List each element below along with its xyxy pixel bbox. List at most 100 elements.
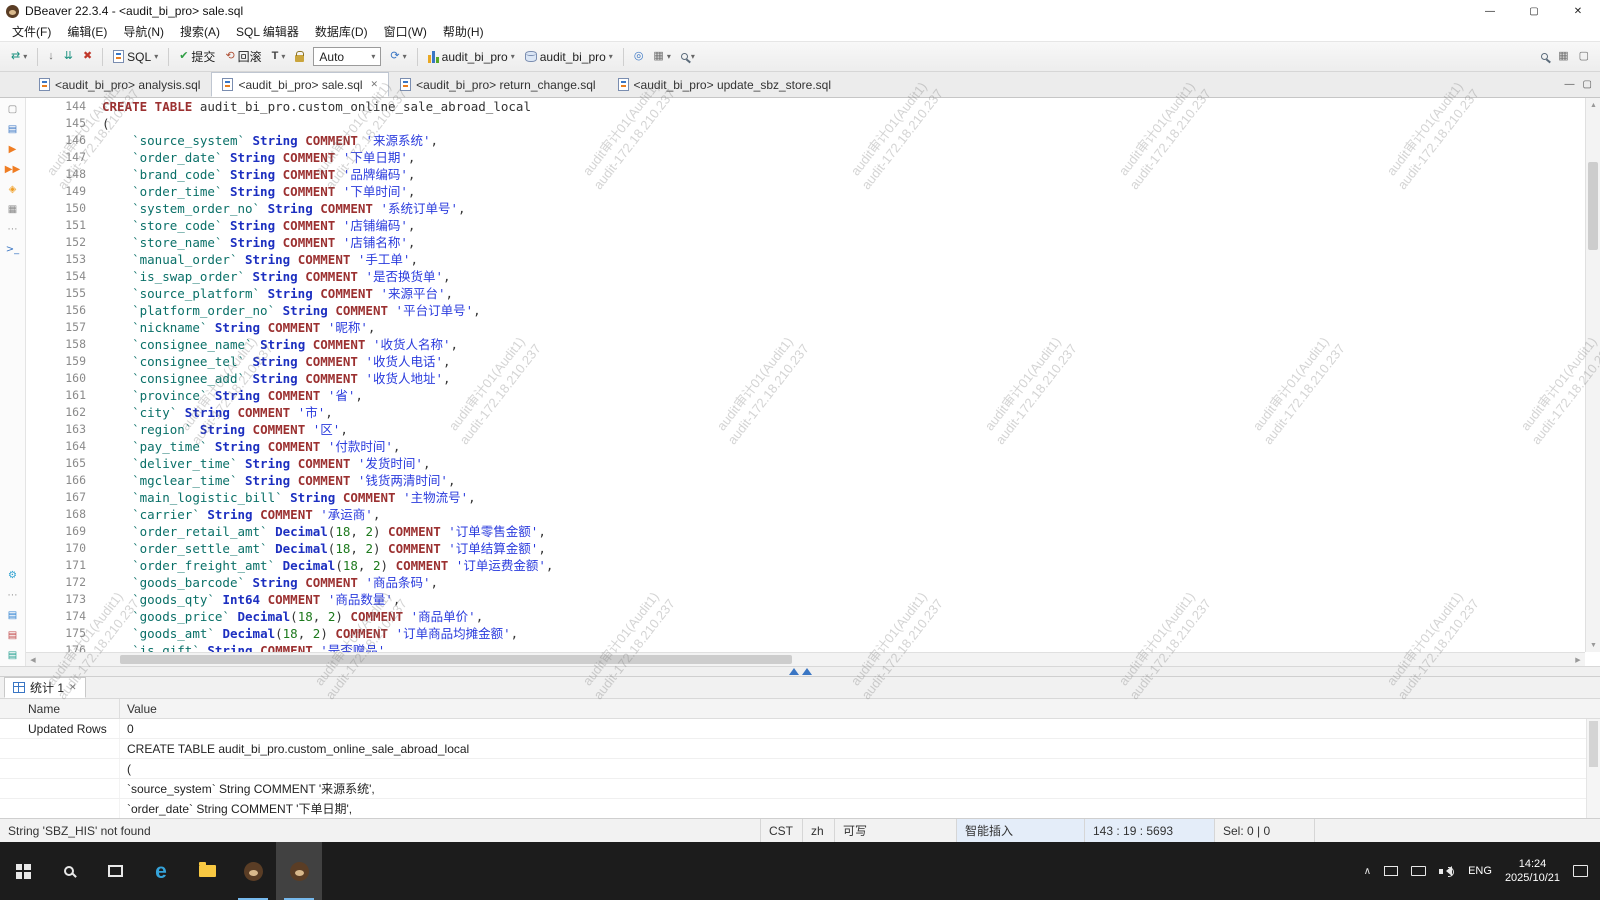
scroll-down-icon[interactable]: ▼ (1586, 638, 1600, 652)
maximize-window-button[interactable]: ▢ (1512, 0, 1556, 22)
scroll-left-icon[interactable]: ◀ (26, 653, 40, 666)
table-row[interactable]: ( (0, 759, 1600, 779)
minimize-window-button[interactable]: — (1468, 0, 1512, 22)
lock-connection-button[interactable] (290, 45, 309, 69)
menu-item-3[interactable]: 导航(N) (115, 21, 172, 42)
restore-panel-icon[interactable] (789, 668, 799, 675)
table-row[interactable]: `source_system` String COMMENT '来源系统', (0, 779, 1600, 799)
horizontal-scrollbar-thumb[interactable] (120, 655, 792, 664)
dbeaver-taskbar-button[interactable] (230, 842, 276, 900)
row-name-cell (0, 779, 120, 798)
table-row[interactable]: CREATE TABLE audit_bi_pro.custom_online_… (0, 739, 1600, 759)
menu-item-6[interactable]: 数据库(D) (307, 21, 376, 42)
edge-button[interactable]: e (138, 842, 184, 900)
chevron-down-icon: ▾ (23, 52, 27, 61)
editor-tab-2[interactable]: <audit_bi_pro> sale.sql✕ (211, 72, 389, 97)
sql-menu-button[interactable]: SQL ▾ (108, 45, 163, 69)
code-text: `nickname` String COMMENT '昵称', (102, 319, 375, 336)
new-sql-script-icon[interactable]: ▤ (4, 121, 22, 137)
transaction-history-button[interactable]: ⟳ ▾ (385, 45, 411, 69)
close-tab-icon[interactable]: ✕ (69, 682, 77, 693)
commit-mode-select[interactable]: Auto ▾ (313, 47, 381, 66)
column-header-name[interactable]: Name (0, 699, 120, 718)
dbeaver-taskbar-button-active[interactable] (276, 842, 322, 900)
explain-plan-icon[interactable]: ◈ (4, 181, 22, 197)
sql-editor[interactable]: 144CREATE TABLE audit_bi_pro.custom_onli… (26, 98, 1600, 666)
menu-item-1[interactable]: 文件(F) (4, 21, 59, 42)
menu-item-5[interactable]: SQL 编辑器 (228, 21, 307, 42)
rollback-button[interactable]: ⟲ 回滚 (220, 45, 266, 69)
execute-statement-icon[interactable]: ▶ (4, 141, 22, 157)
execute-script-icon[interactable]: ▶▶ (4, 161, 22, 177)
close-tab-icon[interactable]: ✕ (371, 79, 379, 90)
panel-sash[interactable] (0, 666, 1600, 676)
fetch-all-rows-button[interactable]: ⇊ (59, 45, 78, 69)
editor-tab-1[interactable]: <audit_bi_pro> analysis.sql (28, 72, 211, 97)
schema-selector[interactable]: audit_bi_pro ▾ (520, 45, 618, 69)
settings-gear-icon[interactable]: ⚙ (4, 567, 22, 583)
dots-icon[interactable]: ⋯ (4, 587, 22, 603)
network-button[interactable]: ◎ (629, 45, 649, 69)
maximize-panel-icon[interactable] (802, 668, 812, 675)
tray-keyboard-icon[interactable] (1411, 866, 1426, 876)
statusbar: String 'SBZ_HIS' not found CSTzh可写智能插入14… (0, 818, 1600, 842)
format-file-icon[interactable]: ▤ (4, 607, 22, 623)
input-language[interactable]: ENG (1468, 865, 1492, 877)
column-header-value[interactable]: Value (120, 699, 1600, 718)
stop-execution-button[interactable]: ✖ (78, 45, 97, 69)
tab-label: <audit_bi_pro> return_change.sql (416, 78, 595, 92)
code-text: `consignee_name` String COMMENT '收货人名称', (102, 336, 458, 353)
transaction-log-button[interactable]: T ▾ (267, 45, 291, 69)
connection-selector[interactable]: audit_bi_pro ▾ (423, 45, 520, 69)
statistics-grid-icon[interactable]: ▦ (4, 201, 22, 217)
code-line: 158 `consignee_name` String COMMENT '收货人… (26, 336, 1585, 353)
taskbar-time: 14:24 (1505, 857, 1560, 871)
terminal-icon[interactable]: >_ (4, 241, 22, 257)
task-view-button[interactable] (92, 842, 138, 900)
minimize-view-icon[interactable]: — (1565, 79, 1575, 90)
code-text: `order_freight_amt` Decimal(18, 2) COMME… (102, 557, 553, 574)
menu-item-2[interactable]: 编辑(E) (59, 21, 115, 42)
volume-icon[interactable] (1439, 865, 1455, 877)
editor-tab-3[interactable]: <audit_bi_pro> return_change.sql (389, 72, 606, 97)
filter-icon: T (272, 51, 279, 62)
menu-item-4[interactable]: 搜索(A) (172, 21, 228, 42)
maximize-view-icon[interactable]: ▢ (1583, 79, 1592, 90)
save-file-icon[interactable]: ▤ (4, 647, 22, 663)
table-row[interactable]: `order_date` String COMMENT '下单日期', (0, 799, 1600, 818)
fetch-rows-button[interactable]: ↓ (43, 45, 59, 69)
open-console-button[interactable]: ▦ (1553, 45, 1573, 69)
new-sql-editor-button[interactable]: ⇄ ▾ (6, 45, 32, 69)
tab-statistics[interactable]: 统计 1 ✕ (4, 677, 86, 698)
notification-center-icon[interactable] (1573, 865, 1588, 877)
tray-expand-icon[interactable]: ∧ (1364, 866, 1371, 877)
table-row[interactable]: Updated Rows0 (0, 719, 1600, 739)
dots-icon[interactable]: ⋯ (4, 221, 22, 237)
menu-item-8[interactable]: 帮助(H) (435, 21, 492, 42)
file-explorer-button[interactable] (184, 842, 230, 900)
tray-display-icon[interactable] (1384, 866, 1398, 876)
quick-search-button[interactable]: ▾ (676, 45, 700, 69)
vertical-scrollbar[interactable]: ▲ ▼ (1585, 98, 1600, 652)
scroll-up-icon[interactable]: ▲ (1586, 98, 1600, 112)
scroll-right-icon[interactable]: ▶ (1571, 653, 1585, 666)
global-search-button[interactable] (1536, 45, 1553, 69)
main-toolbar: ⇄ ▾ ↓ ⇊ ✖ SQL ▾ ✔ 提交 ⟲ 回滚 T ▾ Auto ▾ ⟳ ▾… (0, 42, 1600, 72)
maximize-editor-button[interactable]: ▢ (1574, 45, 1594, 69)
layout-button[interactable]: ▦ ▾ (648, 45, 675, 69)
taskbar-clock[interactable]: 14:24 2025/10/21 (1505, 857, 1560, 885)
grid-scrollbar[interactable] (1586, 719, 1600, 818)
close-window-button[interactable]: ✕ (1556, 0, 1600, 22)
code-text: `is_gift` String COMMENT '是否赠品', (102, 642, 393, 652)
error-file-icon[interactable]: ▤ (4, 627, 22, 643)
code-view[interactable]: 144CREATE TABLE audit_bi_pro.custom_onli… (26, 98, 1585, 652)
grid-scrollbar-thumb[interactable] (1589, 721, 1598, 767)
taskbar-search-button[interactable] (46, 842, 92, 900)
start-button[interactable] (0, 842, 46, 900)
menu-item-7[interactable]: 窗口(W) (376, 21, 435, 42)
restore-panel-icon[interactable]: ▢ (4, 101, 22, 117)
horizontal-scrollbar[interactable]: ◀ ▶ (26, 652, 1585, 666)
commit-button[interactable]: ✔ 提交 (174, 45, 220, 69)
vertical-scrollbar-thumb[interactable] (1588, 162, 1598, 250)
editor-tab-4[interactable]: <audit_bi_pro> update_sbz_store.sql (607, 72, 842, 97)
